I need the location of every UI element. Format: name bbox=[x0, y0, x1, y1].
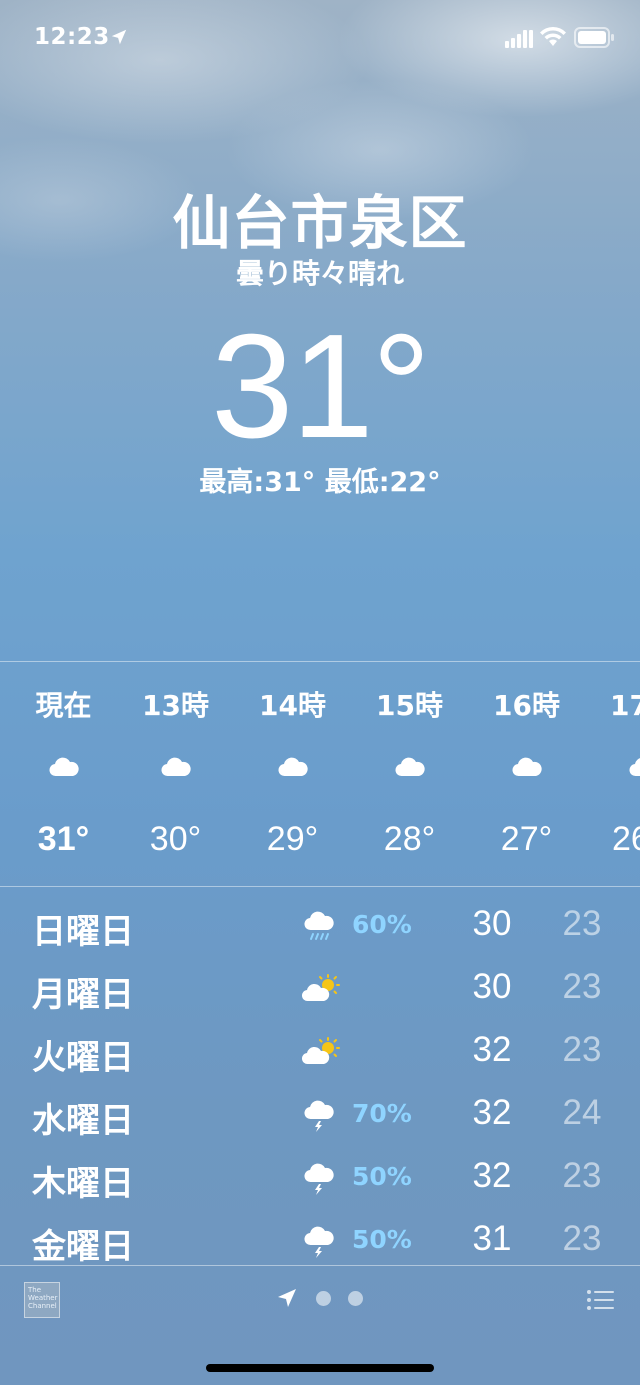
location-arrow-icon bbox=[111, 29, 127, 45]
day-high: 32 bbox=[472, 1093, 512, 1132]
daily-row: 日曜日 60% 30 23 bbox=[0, 896, 640, 959]
thunderstorm-icon bbox=[304, 1226, 334, 1258]
hour-temperature: 30° bbox=[149, 820, 202, 858]
cloud-icon bbox=[161, 757, 191, 777]
page-dot[interactable] bbox=[348, 1291, 363, 1306]
hour-item: 14時 29° bbox=[234, 662, 351, 886]
battery-icon bbox=[574, 27, 614, 48]
day-name: 水曜日 bbox=[32, 1101, 134, 1141]
day-name: 月曜日 bbox=[32, 975, 134, 1015]
day-low: 23 bbox=[562, 1156, 602, 1195]
page-dot[interactable] bbox=[316, 1291, 331, 1306]
hour-label: 17時 bbox=[610, 689, 640, 722]
precipitation-chance: 50% bbox=[352, 1225, 412, 1254]
hour-temperature: 31° bbox=[37, 820, 90, 858]
precipitation-chance: 70% bbox=[352, 1099, 412, 1128]
hour-item: 13時 30° bbox=[117, 662, 234, 886]
current-location-page-icon[interactable] bbox=[276, 1287, 298, 1309]
hour-label: 現在 bbox=[35, 689, 92, 722]
cloud-icon bbox=[49, 757, 79, 777]
current-temperature: 31° bbox=[211, 304, 431, 469]
daily-row: 木曜日 50% 32 23 bbox=[0, 1148, 640, 1211]
daily-row: 水曜日 70% 32 24 bbox=[0, 1085, 640, 1148]
status-time: 12:23 bbox=[34, 24, 110, 50]
hour-temperature: 28° bbox=[383, 820, 436, 858]
precipitation-chance: 50% bbox=[352, 1162, 412, 1191]
day-name: 金曜日 bbox=[32, 1227, 134, 1266]
cloud-icon bbox=[629, 758, 640, 777]
hour-label: 15時 bbox=[376, 689, 443, 722]
hour-item: 17時 26° bbox=[585, 662, 640, 886]
day-name: 日曜日 bbox=[32, 912, 134, 952]
hour-label: 16時 bbox=[493, 689, 560, 722]
partly-sunny-icon bbox=[302, 974, 340, 1002]
daily-row: 月曜日 30 23 bbox=[0, 959, 640, 1022]
day-high: 32 bbox=[472, 1030, 512, 1069]
weather-channel-logo[interactable]: The Weather Channel bbox=[24, 1282, 60, 1318]
location-name: 仙台市泉区 bbox=[172, 189, 468, 257]
day-low: 24 bbox=[562, 1093, 602, 1132]
day-name: 火曜日 bbox=[32, 1038, 134, 1078]
hour-temperature: 29° bbox=[266, 820, 319, 858]
wifi-icon bbox=[540, 26, 566, 46]
status-bar: 12:23 bbox=[0, 0, 640, 76]
day-low: 23 bbox=[562, 904, 602, 943]
thunderstorm-icon bbox=[304, 1100, 334, 1132]
hour-item: 16時 27° bbox=[468, 662, 585, 886]
partly-sunny-icon bbox=[302, 1037, 340, 1065]
cloud-icon bbox=[395, 757, 425, 777]
list-icon[interactable] bbox=[586, 1289, 614, 1311]
day-name: 木曜日 bbox=[32, 1164, 134, 1204]
hourly-forecast[interactable]: 現在 31° 13時 30° 14時 29° 15時 28° 16時 27° 1… bbox=[0, 662, 640, 886]
hour-item: 現在 31° bbox=[5, 662, 122, 886]
cloud-icon bbox=[512, 757, 542, 777]
high-low-text: 最高:31° 最低:22° bbox=[199, 467, 441, 498]
precipitation-chance: 60% bbox=[352, 910, 412, 939]
day-high: 30 bbox=[472, 967, 512, 1006]
condition-text: 曇り時々晴れ bbox=[235, 257, 404, 290]
hour-item: 15時 28° bbox=[351, 662, 468, 886]
day-low: 23 bbox=[562, 1030, 602, 1069]
cloud-icon bbox=[278, 757, 308, 777]
daily-forecast[interactable]: 日曜日 60% 30 23 月曜日 30 23 火曜日 32 23 水曜日 70… bbox=[0, 896, 640, 1266]
hour-temperature: 27° bbox=[500, 820, 553, 858]
hour-temperature: 26° bbox=[612, 820, 640, 858]
day-high: 32 bbox=[472, 1156, 512, 1195]
day-high: 31 bbox=[472, 1219, 512, 1258]
day-low: 23 bbox=[562, 1219, 602, 1258]
rain-cloud-icon bbox=[304, 911, 334, 940]
daily-row: 金曜日 50% 31 23 bbox=[0, 1211, 640, 1266]
hourly-bottom-divider bbox=[0, 886, 640, 887]
thunderstorm-icon bbox=[304, 1163, 334, 1195]
daily-row: 火曜日 32 23 bbox=[0, 1022, 640, 1085]
cellular-signal-icon bbox=[505, 30, 533, 48]
home-indicator[interactable] bbox=[206, 1364, 434, 1372]
day-low: 23 bbox=[562, 967, 602, 1006]
bottom-toolbar: The Weather Channel bbox=[0, 1266, 640, 1385]
hour-label: 14時 bbox=[259, 689, 326, 722]
hour-label: 13時 bbox=[142, 689, 209, 722]
day-high: 30 bbox=[472, 904, 512, 943]
